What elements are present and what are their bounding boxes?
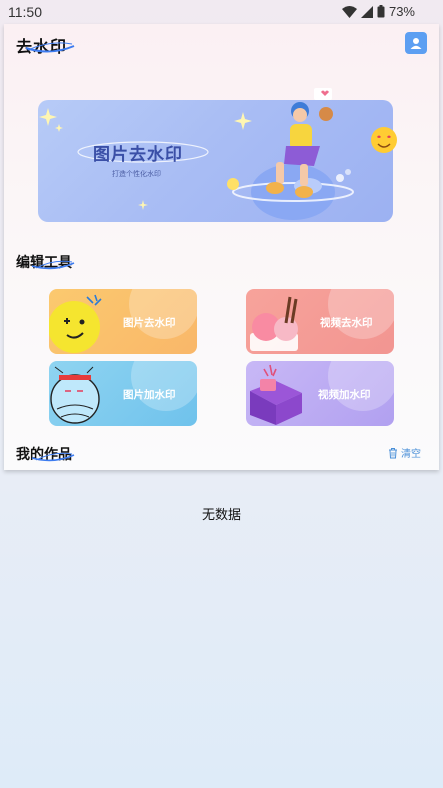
status-bar: 11:50 73% [0,0,443,24]
card-blob [129,289,197,339]
user-icon [410,38,422,49]
tool-video-add-watermark[interactable]: 视频加水印 [246,361,394,426]
battery-percent: 73% [388,4,415,19]
tool-image-add-watermark[interactable]: 图片加水印 [49,361,197,426]
smiley-icon [49,294,102,353]
tool-image-remove-watermark[interactable]: 图片去水印 [49,289,197,354]
tool-label: 图片加水印 [123,389,176,401]
signal-icon [360,5,373,18]
battery-icon [377,5,385,18]
banner[interactable]: 图片去水印 打造个性化水印 [38,88,397,222]
main-panel: 去水印 图片去水印 打造个性化水印 编辑工具 图片去水印 视频去水印 图片加水印… [4,24,439,470]
tool-video-remove-watermark[interactable]: 视频去水印 [246,289,394,354]
clear-button[interactable]: 清空 [388,445,421,460]
card-blob [328,289,394,339]
card-blob [131,361,197,411]
tool-label: 视频加水印 [318,389,371,401]
edit-tools-swoosh [31,260,75,270]
tool-label: 图片去水印 [123,317,176,329]
status-icons: 73% [341,4,415,19]
banner-subtitle: 打造个性化水印 [112,170,161,178]
clear-label: 清空 [401,449,421,460]
avatar-button[interactable] [405,32,427,54]
globe-character-icon [50,366,100,424]
title-swoosh [25,42,75,53]
empty-state-text: 无数据 [201,508,241,523]
dessert-icon [250,296,298,351]
wifi-icon [341,5,357,18]
banner-title: 图片去水印 [93,145,183,165]
card-blob [328,361,394,411]
trash-icon [389,447,397,458]
status-time: 11:50 [8,4,42,20]
gift-box-icon [250,364,302,425]
tool-label: 视频去水印 [320,317,373,329]
my-works-swoosh [31,452,75,462]
banner-decorations [39,88,397,220]
